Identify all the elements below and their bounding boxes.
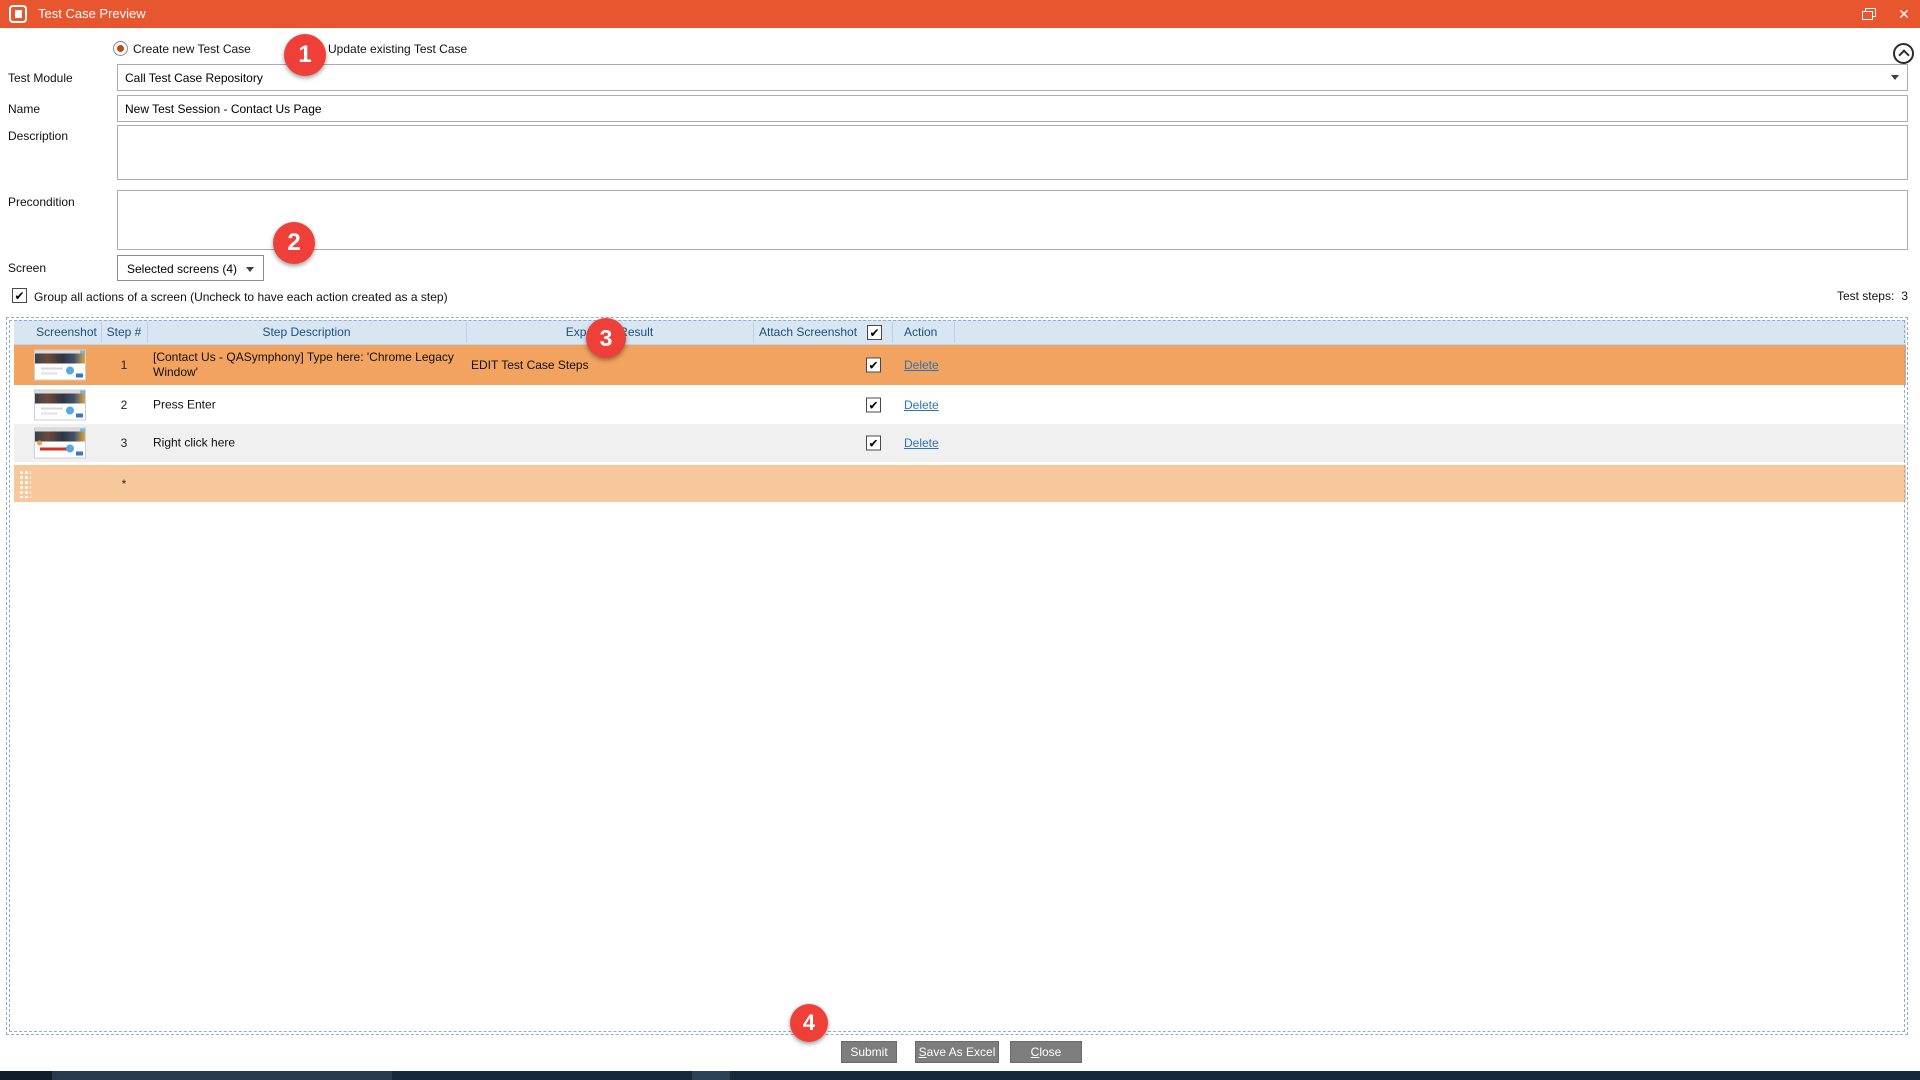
- step-screenshot-thumbnail[interactable]: [34, 428, 86, 459]
- step-description[interactable]: Press Enter: [153, 397, 465, 412]
- step-description[interactable]: [Contact Us - QASymphony] Type here: 'Ch…: [153, 350, 465, 380]
- screen-dropdown[interactable]: Selected screens (4): [117, 255, 264, 281]
- test-steps-label: Test steps:: [1837, 289, 1894, 303]
- table-row[interactable]: 3 Right click here ✔ Delete: [14, 424, 1906, 462]
- row-drag-handle-icon[interactable]: [18, 469, 31, 498]
- step-number: 3: [101, 436, 147, 450]
- app-logo-icon: [9, 5, 27, 23]
- group-actions-label: Group all actions of a screen (Uncheck t…: [34, 290, 448, 304]
- step-description[interactable]: Right click here: [153, 436, 465, 451]
- expected-result[interactable]: EDIT Test Case Steps: [471, 358, 751, 372]
- description-label: Description: [8, 129, 68, 143]
- precondition-textarea[interactable]: [117, 190, 1908, 250]
- update-existing-test-case-label: Update existing Test Case: [328, 42, 467, 56]
- screen-dropdown-arrow-icon: [246, 267, 254, 272]
- step-number: 1: [101, 358, 147, 372]
- table-row[interactable]: 1 [Contact Us - QASymphony] Type here: '…: [14, 345, 1906, 385]
- new-row-marker: *: [101, 477, 147, 491]
- save-as-excel-button[interactable]: Save As Excel: [915, 1041, 999, 1063]
- test-steps-count: 3: [1901, 289, 1908, 303]
- name-label: Name: [8, 102, 40, 116]
- step-number: 2: [101, 398, 147, 412]
- grid-header-row: Screenshot Step # Step Description Expec…: [14, 320, 1906, 345]
- annotation-badge-4: 4: [790, 1004, 828, 1042]
- description-textarea[interactable]: [117, 125, 1908, 180]
- header-step-description[interactable]: Step Description: [147, 320, 466, 345]
- attach-all-checkbox[interactable]: ✔: [867, 325, 882, 340]
- precondition-label: Precondition: [8, 195, 75, 209]
- table-row[interactable]: 2 Press Enter ✔ Delete: [14, 385, 1906, 424]
- close-window-icon[interactable]: ✕: [1894, 5, 1914, 23]
- header-screenshot[interactable]: Screenshot: [32, 320, 101, 345]
- annotation-badge-2: 2: [273, 222, 315, 264]
- test-case-preview-dialog: Create new Test Case Update existing Tes…: [0, 28, 1920, 1071]
- collapse-panel-button[interactable]: [1893, 43, 1914, 64]
- step-screenshot-thumbnail[interactable]: [34, 389, 86, 420]
- screen-label: Screen: [8, 261, 46, 275]
- delete-link[interactable]: Delete: [904, 398, 939, 412]
- create-new-test-case-label: Create new Test Case: [133, 42, 251, 56]
- annotation-badge-3: 3: [586, 318, 626, 358]
- name-input[interactable]: [117, 95, 1908, 122]
- attach-screenshot-checkbox[interactable]: ✔: [866, 358, 881, 373]
- taskbar-strip: [0, 1071, 1920, 1080]
- header-step-number[interactable]: Step #: [101, 320, 147, 345]
- test-steps-grid: Screenshot Step # Step Description Expec…: [6, 317, 1908, 1035]
- window-title: Test Case Preview: [38, 6, 146, 21]
- title-bar: Test Case Preview ✕: [0, 0, 1920, 28]
- annotation-badge-1: 1: [284, 34, 326, 76]
- test-steps-counter: Test steps: 3: [1837, 289, 1908, 303]
- group-actions-checkbox[interactable]: ✔: [12, 288, 27, 303]
- close-button[interactable]: Close: [1010, 1041, 1082, 1063]
- create-new-test-case-radio[interactable]: [113, 41, 128, 56]
- step-screenshot-thumbnail[interactable]: [34, 350, 86, 381]
- submit-button[interactable]: Submit: [841, 1041, 897, 1063]
- test-module-label: Test Module: [8, 71, 73, 85]
- screen-dropdown-value: Selected screens (4): [127, 262, 237, 276]
- delete-link[interactable]: Delete: [904, 358, 939, 372]
- header-attach-screenshot[interactable]: Attach Screenshot: [759, 320, 864, 345]
- test-module-combobox[interactable]: [117, 64, 1908, 91]
- delete-link[interactable]: Delete: [904, 436, 939, 450]
- attach-screenshot-checkbox[interactable]: ✔: [866, 436, 881, 451]
- attach-screenshot-checkbox[interactable]: ✔: [866, 397, 881, 412]
- header-action[interactable]: Action: [904, 320, 964, 345]
- restore-window-icon[interactable]: [1862, 8, 1878, 21]
- new-step-row[interactable]: *: [14, 465, 1906, 502]
